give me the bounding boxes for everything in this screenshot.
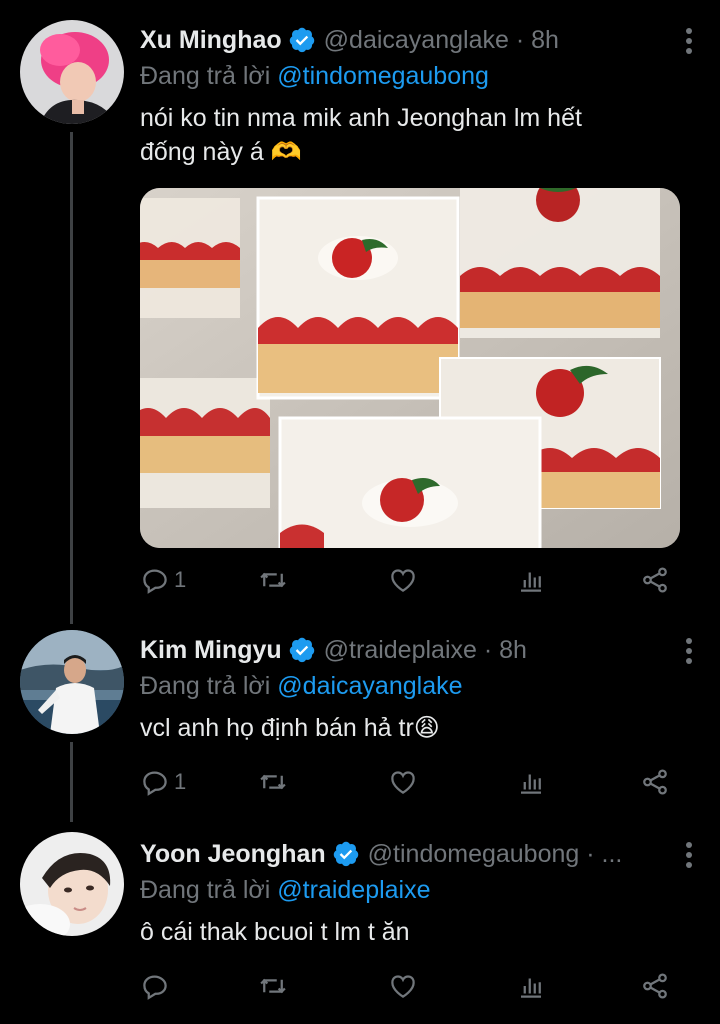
tweet-text-line-2: đống này á 🫶	[140, 138, 302, 166]
retweet-icon	[260, 572, 286, 588]
avatar[interactable]	[20, 832, 124, 936]
like-button[interactable]	[388, 560, 418, 600]
tweet-text: nói ko tin nma mik anh Jeonghan lm hết đ…	[140, 101, 704, 169]
reply-button[interactable]: 1	[140, 762, 186, 802]
reply-button[interactable]: 1	[140, 560, 186, 600]
share-icon	[643, 567, 667, 593]
more-options-icon[interactable]	[674, 636, 704, 666]
verified-badge-icon	[289, 27, 314, 53]
display-name[interactable]: Xu Minghao	[140, 26, 282, 55]
tweet-actions: 1	[140, 560, 680, 600]
tweet-text: ô cái thak bcuoi t lm t ăn	[140, 918, 410, 946]
tweet-header: Kim Mingyu @traideplaixe · 8h	[140, 632, 704, 668]
reply-prefix: Đang trả lời	[140, 876, 278, 904]
tweet-actions	[140, 966, 680, 1006]
tweet-text: vcl anh họ định bán hả tr😩	[140, 714, 440, 742]
reply-icon	[143, 569, 167, 594]
analytics-button[interactable]	[516, 966, 546, 1006]
heart-icon	[391, 569, 415, 592]
tweet-text-line-1: nói ko tin nma mik anh Jeonghan lm hết	[140, 104, 582, 132]
analytics-button[interactable]	[516, 560, 546, 600]
display-name[interactable]: Yoon Jeonghan	[140, 840, 326, 869]
reply-count: 1	[174, 567, 187, 592]
tweet-kim-mingyu[interactable]: Kim Mingyu @traideplaixe · 8h Đang trả l…	[0, 620, 720, 820]
avatar[interactable]	[20, 630, 124, 734]
handle-and-time[interactable]: @traideplaixe · 8h	[324, 636, 527, 665]
handle-and-time[interactable]: @daicayanglake · 8h	[324, 26, 559, 55]
tweet-header: Xu Minghao @daicayanglake · 8h	[140, 22, 704, 58]
share-button[interactable]	[640, 762, 670, 802]
retweet-button[interactable]	[258, 560, 288, 600]
handle-and-time[interactable]: @tindomegaubong · ...	[368, 840, 623, 869]
share-icon	[643, 769, 667, 795]
display-name[interactable]: Kim Mingyu	[140, 636, 282, 665]
reply-icon	[143, 975, 167, 1000]
strawberry-cake-photo[interactable]	[140, 188, 680, 548]
more-options-icon[interactable]	[674, 26, 704, 56]
verified-badge-icon	[333, 841, 358, 867]
share-icon	[643, 973, 667, 999]
verified-badge-icon	[289, 637, 314, 663]
reply-count: 1	[174, 769, 187, 794]
analytics-button[interactable]	[516, 762, 546, 802]
more-options-icon[interactable]	[674, 840, 704, 870]
reply-prefix: Đang trả lời	[140, 62, 278, 90]
analytics-icon	[521, 572, 541, 592]
reply-button[interactable]	[140, 966, 174, 1006]
retweet-button[interactable]	[258, 762, 288, 802]
mention-link[interactable]: @daicayanglake	[277, 672, 462, 700]
like-button[interactable]	[388, 966, 418, 1006]
retweet-button[interactable]	[258, 966, 288, 1006]
mention-link[interactable]: @traideplaixe	[277, 876, 430, 904]
avatar[interactable]	[20, 20, 124, 124]
reply-prefix: Đang trả lời	[140, 672, 278, 700]
heart-icon	[391, 975, 415, 998]
mention-link[interactable]: @tindomegaubong	[277, 62, 489, 90]
replying-to: Đang trả lời @daicayanglake	[140, 669, 704, 703]
heart-icon	[391, 771, 415, 794]
analytics-icon	[521, 774, 541, 794]
share-button[interactable]	[640, 560, 670, 600]
like-button[interactable]	[388, 762, 418, 802]
replying-to: Đang trả lời @traideplaixe	[140, 873, 704, 907]
analytics-icon	[521, 978, 541, 998]
tweet-yoon-jeonghan[interactable]: Yoon Jeonghan @tindomegaubong · ... Đang…	[0, 820, 720, 1024]
tweet-actions: 1	[140, 762, 680, 802]
retweet-icon	[260, 774, 286, 790]
tweet-header: Yoon Jeonghan @tindomegaubong · ...	[140, 836, 704, 872]
reply-icon	[143, 771, 167, 796]
tweet-xu-minghao[interactable]: Xu Minghao @daicayanglake · 8h Đang trả …	[0, 0, 720, 620]
retweet-icon	[260, 978, 286, 994]
share-button[interactable]	[640, 966, 670, 1006]
replying-to: Đang trả lời @tindomegaubong	[140, 59, 704, 93]
